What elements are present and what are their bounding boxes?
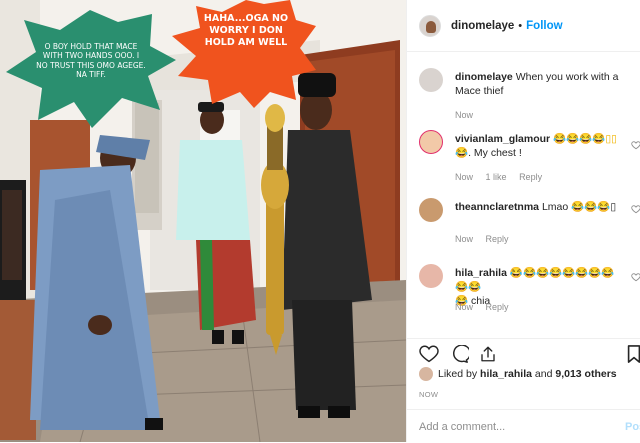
author-username[interactable]: dinomelaye xyxy=(451,20,514,32)
reply-button[interactable]: Reply xyxy=(519,172,542,182)
comment-icon[interactable] xyxy=(449,345,469,363)
comment-age: Now xyxy=(455,234,474,244)
comment-text: 😂😂😂😂▯▯ xyxy=(553,133,617,145)
post-photo[interactable]: O boy hold that mace with two hands ooo.… xyxy=(0,0,406,442)
commenter-avatar[interactable] xyxy=(419,130,443,154)
instagram-post: O boy hold that mace with two hands ooo.… xyxy=(0,0,640,442)
follow-button[interactable]: Follow xyxy=(526,20,562,32)
bookmark-icon[interactable] xyxy=(627,345,640,363)
liker-avatar[interactable] xyxy=(419,367,433,381)
comment-text-cont: 😂. My chest ! xyxy=(455,147,522,159)
comment-like-count[interactable]: 1 like xyxy=(486,172,507,182)
share-icon[interactable] xyxy=(479,345,497,363)
commenter-avatar[interactable] xyxy=(419,198,443,222)
comments-list[interactable]: dinomelaye When you work with a Mace thi… xyxy=(407,52,640,338)
likes-summary: Liked by hila_rahila and 9,013 others xyxy=(419,367,617,381)
comment-username[interactable]: theannclaretnma xyxy=(455,201,539,213)
comment-username[interactable]: hila_rahila xyxy=(455,267,507,279)
author-avatar[interactable] xyxy=(419,68,443,92)
comment-age: Now xyxy=(455,302,474,312)
reply-button[interactable]: Reply xyxy=(486,302,509,312)
comment-text: Lmao 😂😂😂▯ xyxy=(541,201,617,213)
heart-icon[interactable] xyxy=(631,272,640,282)
commenter-avatar[interactable] xyxy=(419,264,443,288)
comment-age: Now xyxy=(455,172,474,182)
post-header: dinomelaye • Follow xyxy=(407,0,640,52)
heart-icon[interactable] xyxy=(419,345,439,363)
liked-by-and: and xyxy=(534,368,553,380)
comment-input[interactable] xyxy=(419,420,609,433)
post-comment-button[interactable]: Post xyxy=(625,421,640,433)
post-actions: Liked by hila_rahila and 9,013 others NO… xyxy=(407,338,640,442)
caption-username[interactable]: dinomelaye xyxy=(455,71,513,83)
caption-age: Now xyxy=(455,110,474,120)
speech-bubble-left-text: O boy hold that mace with two hands ooo.… xyxy=(36,42,146,80)
add-comment-bar: Post xyxy=(407,409,640,443)
post-timestamp: NOW xyxy=(419,390,439,399)
heart-icon[interactable] xyxy=(631,140,640,150)
post-sidebar: dinomelaye • Follow dinomelaye When you … xyxy=(406,0,640,442)
comment-username[interactable]: vivianlam_glamour xyxy=(455,133,550,145)
heart-icon[interactable] xyxy=(631,204,640,214)
reply-button[interactable]: Reply xyxy=(486,234,509,244)
liked-by-prefix: Liked by xyxy=(438,368,478,380)
liked-by-user[interactable]: hila_rahila xyxy=(480,368,532,380)
speech-bubble-right-text: Haha...Oga no worry I don hold am well xyxy=(203,13,289,48)
author-avatar[interactable] xyxy=(419,14,441,37)
separator-dot: • xyxy=(518,19,523,32)
liked-by-count[interactable]: 9,013 others xyxy=(555,368,616,380)
